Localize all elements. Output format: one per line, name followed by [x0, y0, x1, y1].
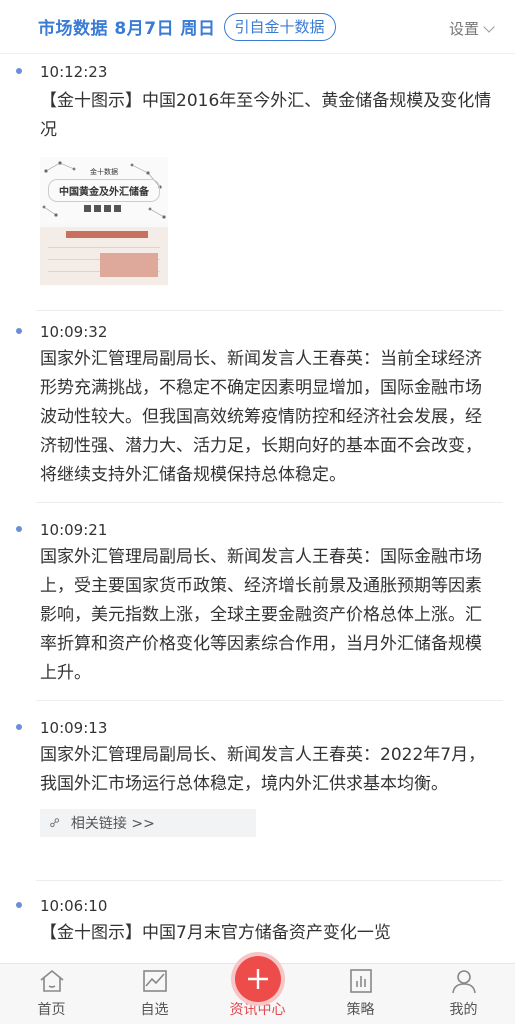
home-icon: [38, 966, 66, 996]
news-item[interactable]: 10:09:13 国家外汇管理局副局长、新闻发言人王春英：2022年7月，我国外…: [0, 701, 515, 880]
news-text: 国家外汇管理局副局长、新闻发言人王春英：当前全球经济形势充满挑战，不稳定不确定因…: [40, 349, 482, 485]
news-time: 10:12:23: [40, 63, 108, 81]
thumbnail-chart: [40, 227, 168, 285]
thumbnail-brand: 金十数据: [90, 168, 118, 176]
user-icon: [450, 966, 478, 996]
news-item[interactable]: 10:09:21 国家外汇管理局副局长、新闻发言人王春英：国际金融市场上，受主要…: [0, 503, 515, 700]
tab-watchlist[interactable]: 自选: [103, 964, 206, 1024]
thumbnail-title: 中国黄金及外汇储备: [48, 179, 160, 202]
plus-icon: [234, 956, 281, 1002]
thumbnail-bars: [84, 205, 121, 212]
tab-news-center[interactable]: 资讯中心: [206, 956, 309, 1024]
settings-label: 设置: [448, 20, 479, 38]
tab-label: 首页: [37, 1002, 66, 1018]
news-feed[interactable]: 10:12:23 【金十图示】中国2016年至今外汇、黄金储备规模及变化情况 金…: [0, 55, 515, 963]
timeline-dot-icon: [16, 68, 22, 74]
tab-label: 自选: [140, 1002, 169, 1018]
news-item[interactable]: 10:06:10 【金十图示】中国7月末官方储备资产变化一览: [0, 881, 515, 963]
bottom-tab-bar: 首页 自选 资讯中心 策略 我的: [0, 956, 515, 1024]
link-icon: ⚯: [46, 813, 65, 833]
watchlist-chart-icon: [141, 966, 169, 996]
news-text: 【金十图示】中国2016年至今外汇、黄金储备规模及变化情况: [40, 91, 492, 140]
news-text: 国家外汇管理局副局长、新闻发言人王春英：国际金融市场上，受主要国家货币政策、经济…: [40, 547, 482, 683]
news-time: 10:09:32: [40, 323, 108, 341]
related-link-label: 相关链接 >>: [70, 816, 155, 832]
tab-label: 我的: [449, 1002, 478, 1018]
page-title: 市场数据 8月7日 周日: [38, 19, 216, 39]
chevron-down-icon: [483, 20, 495, 33]
timeline-dot-icon: [16, 724, 22, 730]
news-item[interactable]: 10:12:23 【金十图示】中国2016年至今外汇、黄金储备规模及变化情况 金…: [0, 55, 515, 310]
strategy-bar-icon: [347, 966, 375, 996]
timeline-dot-icon: [16, 328, 22, 334]
news-time: 10:06:10: [40, 897, 108, 915]
news-time: 10:09:21: [40, 521, 108, 539]
tab-profile[interactable]: 我的: [412, 964, 515, 1024]
source-pill[interactable]: 引自金十数据: [223, 12, 336, 41]
tab-label: 策略: [346, 1002, 375, 1018]
news-time: 10:09:13: [40, 719, 108, 737]
news-image-thumbnail[interactable]: 金十数据 中国黄金及外汇储备: [40, 157, 168, 285]
settings-button[interactable]: 设置: [448, 18, 495, 39]
timeline-dot-icon: [16, 902, 22, 908]
tab-home[interactable]: 首页: [0, 964, 103, 1024]
related-link-button[interactable]: ⚯ 相关链接 >>: [40, 809, 256, 837]
tab-strategy[interactable]: 策略: [309, 964, 412, 1024]
news-item[interactable]: 10:09:32 国家外汇管理局副局长、新闻发言人王春英：当前全球经济形势充满挑…: [0, 311, 515, 502]
news-text: 【金十图示】中国7月末官方储备资产变化一览: [40, 923, 391, 943]
tab-label: 资讯中心: [229, 1002, 286, 1018]
timeline-dot-icon: [16, 526, 22, 532]
top-header: 市场数据 8月7日 周日 引自金十数据 设置: [0, 0, 515, 54]
news-text: 国家外汇管理局副局长、新闻发言人王春英：2022年7月，我国外汇市场运行总体稳定…: [40, 745, 486, 794]
